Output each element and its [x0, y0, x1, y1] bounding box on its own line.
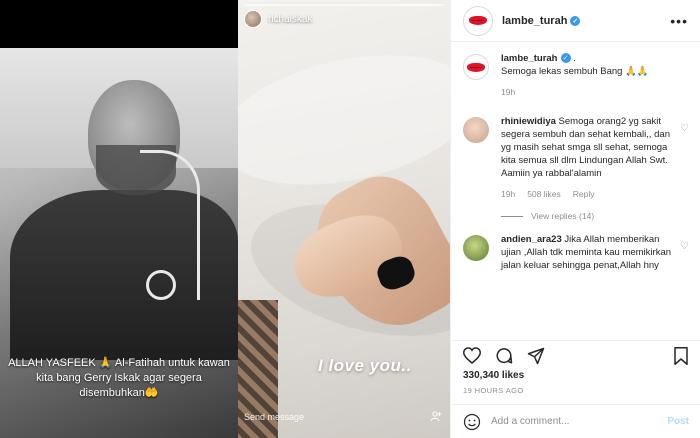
comment-reply-button[interactable]: Reply [573, 188, 595, 201]
caption-row: lambe_turah ✓ . Semoga lekas sembuh Bang … [463, 52, 689, 99]
lips-logo-icon [467, 62, 485, 72]
more-options-icon[interactable]: ••• [670, 13, 688, 29]
comment-row: andien_ara23 Jika Allah memberikan ujian… [463, 233, 689, 272]
verified-badge-icon: ✓ [570, 15, 581, 26]
emoji-smiley-icon[interactable] [463, 413, 481, 431]
left-caption-line: kita bang Gerry Iskak agar segera [36, 372, 202, 384]
post-comment-button[interactable]: Post [667, 416, 689, 427]
comment-username[interactable]: rhiniewidiya [501, 116, 556, 127]
bookmark-icon[interactable] [673, 346, 689, 365]
caption-username[interactable]: lambe_turah [501, 53, 558, 64]
caption-text: Semoga lekas sembuh Bang 🙏🙏 [501, 66, 649, 77]
comment-like-heart-icon[interactable]: ♡ [680, 241, 689, 252]
story-avatar [244, 10, 262, 28]
comment-time: 19h [501, 189, 516, 199]
caption-meta: 19h [501, 86, 671, 99]
blanket-fold [238, 34, 450, 206]
story-progress-bar [244, 4, 444, 6]
likes-count[interactable]: 330,340 likes [463, 370, 524, 381]
story-send-message: Send message [244, 412, 305, 422]
story-text-overlay: I love you.. [318, 356, 412, 375]
caption-suffix: . [573, 53, 576, 64]
post-actions-bar [451, 340, 700, 366]
comments-list[interactable]: lambe_turah ✓ . Semoga lekas sembuh Bang … [451, 52, 700, 290]
story-time: 13h [318, 13, 336, 25]
comment-like-heart-icon[interactable]: ♡ [680, 123, 689, 134]
instagram-post: ALLAH YASFEEK 🙏 Al-Fatihah untuk kawan k… [0, 0, 700, 438]
post-time-ago[interactable]: 19 HOURS AGO [463, 386, 524, 395]
like-heart-icon[interactable] [463, 347, 481, 364]
caption-time: 19h [501, 87, 516, 97]
avatar[interactable] [463, 5, 493, 36]
share-paper-plane-icon[interactable] [527, 347, 545, 365]
avatar[interactable] [463, 54, 489, 80]
view-replies-dash [501, 215, 523, 217]
header-username[interactable]: lambe_turah ✓ [502, 15, 581, 27]
view-replies-button[interactable]: View replies (14) [501, 211, 689, 221]
left-caption-line: disembuhkan🤲 [79, 387, 159, 399]
story-username: richaiskak [268, 13, 313, 25]
avatar[interactable] [463, 235, 489, 261]
left-photo-panel: ALLAH YASFEEK 🙏 Al-Fatihah untuk kawan k… [0, 0, 238, 438]
left-caption-line: ALLAH YASFEEK 🙏 Al-Fatihah untuk kawan [8, 357, 230, 369]
post-media[interactable]: ALLAH YASFEEK 🙏 Al-Fatihah untuk kawan k… [0, 0, 450, 438]
post-sidebar: lambe_turah ✓ ••• lambe_turah ✓ . Semoga l… [450, 0, 700, 438]
caption-body: lambe_turah ✓ . Semoga lekas sembuh Bang … [501, 52, 671, 99]
comment-row: rhiniewidiya Semoga orang2 yg sakit sege… [463, 115, 689, 201]
header-username-text[interactable]: lambe_turah [502, 15, 567, 27]
story-header: richaiskak 13h [244, 10, 335, 28]
comment-meta: 19h 508 likes Reply [501, 188, 671, 201]
oxygen-tube-loop-shape [146, 270, 176, 300]
story-screenshot-panel: richaiskak 13h I love you.. Send message [238, 0, 450, 438]
lips-logo-icon [469, 16, 487, 25]
story-share-icon [430, 410, 442, 425]
comment-likes[interactable]: 508 likes [527, 188, 561, 201]
left-photo-caption: ALLAH YASFEEK 🙏 Al-Fatihah untuk kawan k… [0, 356, 238, 401]
avatar[interactable] [463, 117, 489, 143]
patient-shirt-shape [10, 190, 238, 360]
view-replies-label[interactable]: View replies (14) [531, 211, 594, 221]
add-comment-input[interactable]: Add a comment... [491, 416, 667, 427]
comment-username[interactable]: andien_ara23 [501, 234, 562, 245]
add-comment-bar: Add a comment... Post [451, 404, 700, 438]
post-header: lambe_turah ✓ ••• [451, 0, 700, 42]
comment-icon[interactable] [495, 347, 513, 365]
comment-body: andien_ara23 Jika Allah memberikan ujian… [501, 233, 671, 272]
comment-body: rhiniewidiya Semoga orang2 yg sakit sege… [501, 115, 671, 201]
verified-badge-icon: ✓ [560, 53, 571, 64]
